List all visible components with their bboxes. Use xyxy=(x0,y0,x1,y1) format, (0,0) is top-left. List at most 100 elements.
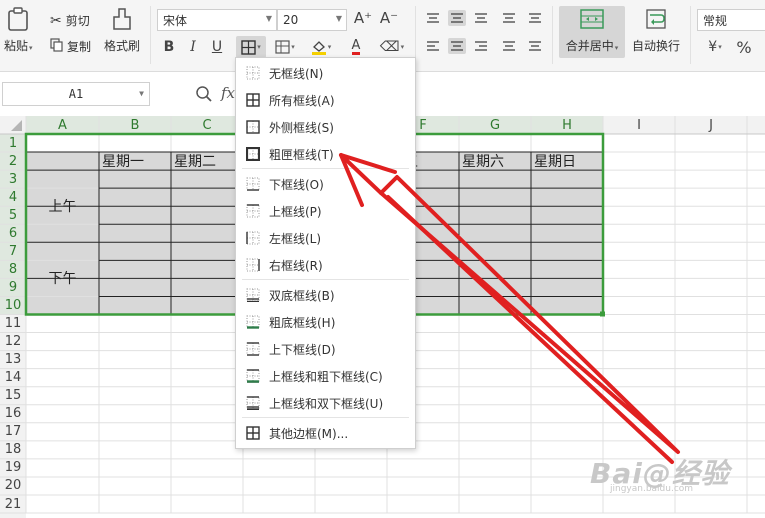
name-box[interactable]: A1 ▼ xyxy=(2,82,150,106)
wrap-text-button[interactable]: 自动换行 xyxy=(632,6,680,54)
row-header[interactable]: 13 xyxy=(0,351,26,369)
font-color-button[interactable]: A xyxy=(342,38,370,56)
column-header[interactable]: C xyxy=(171,116,243,134)
row-header[interactable]: 6 xyxy=(0,224,26,242)
border-menu-item-label: 所有框线(A) xyxy=(269,93,335,108)
cell-c2[interactable]: 星期二 xyxy=(171,152,243,170)
cell-b2[interactable]: 星期一 xyxy=(99,152,171,170)
border-menu-item[interactable]: 所有框线(A) xyxy=(236,88,415,112)
scissors-icon: ✂ xyxy=(50,12,62,29)
decrease-indent-button[interactable] xyxy=(500,10,518,26)
cut-button[interactable]: ✂ 剪切 xyxy=(50,12,90,29)
row-header[interactable]: 1 xyxy=(0,134,26,152)
cell-h2[interactable]: 星期日 xyxy=(531,152,603,170)
menu-separator xyxy=(242,279,409,280)
top-border-icon xyxy=(246,204,260,218)
align-left-icon xyxy=(427,41,439,51)
format-painter-button[interactable]: 格式刷 xyxy=(104,6,140,54)
row-header[interactable]: 10 xyxy=(0,296,26,314)
border-menu-item[interactable]: 双底框线(B) xyxy=(236,283,415,307)
border-menu-item[interactable]: 右框线(R) xyxy=(236,253,415,277)
border-menu-item-label: 上框线和双下框线(U) xyxy=(269,396,384,411)
percent-button[interactable]: % xyxy=(735,38,753,57)
left-border-icon xyxy=(246,231,260,245)
border-menu-item[interactable]: 外侧框线(S) xyxy=(236,115,415,139)
border-menu-item[interactable]: 无框线(N) xyxy=(236,61,415,85)
row-header[interactable]: 11 xyxy=(0,315,26,333)
row-header[interactable]: 16 xyxy=(0,405,26,423)
align-top-icon xyxy=(427,13,439,23)
cell-g2[interactable]: 星期六 xyxy=(459,152,531,170)
border-menu-item[interactable]: 上框线和双下框线(U) xyxy=(236,391,415,415)
row-header[interactable]: 19 xyxy=(0,459,26,477)
row-header[interactable]: 20 xyxy=(0,477,26,495)
border-menu-item[interactable]: 上框线和粗下框线(C) xyxy=(236,364,415,388)
align-bottom-button[interactable] xyxy=(472,10,490,26)
top-thick-bottom-border-icon xyxy=(246,369,260,383)
border-menu-item[interactable]: 上框线(P) xyxy=(236,199,415,223)
row-header[interactable]: 14 xyxy=(0,369,26,387)
border-button[interactable]: ▾ xyxy=(236,36,266,58)
fill-color-button[interactable]: ▾ xyxy=(306,38,336,56)
italic-button[interactable]: I xyxy=(184,38,202,56)
distributed-button[interactable] xyxy=(526,38,544,54)
border-menu-item[interactable]: 粗匣框线(T) xyxy=(236,142,415,166)
italic-icon: I xyxy=(190,39,196,55)
row-header[interactable]: 4 xyxy=(0,188,26,206)
cell-style-button[interactable]: ▾ xyxy=(272,38,298,56)
column-header[interactable]: J xyxy=(675,116,747,134)
row-header[interactable]: 7 xyxy=(0,242,26,260)
border-menu-item[interactable]: 其他边框(M)... xyxy=(236,421,415,445)
column-header[interactable]: G xyxy=(459,116,531,134)
decrease-font-size-button[interactable]: A⁻ xyxy=(380,9,398,27)
fx-icon[interactable]: fx xyxy=(221,84,235,102)
row-header[interactable]: 21 xyxy=(0,495,26,513)
justify-button[interactable] xyxy=(500,38,518,54)
paste-button[interactable]: 粘贴▾ xyxy=(4,6,33,54)
row-header[interactable]: 18 xyxy=(0,441,26,459)
cell-a-afternoon[interactable]: 下午 xyxy=(26,242,99,314)
right-border-icon xyxy=(246,258,260,272)
zoom-search-icon[interactable] xyxy=(195,85,213,106)
border-menu-item[interactable]: 上下框线(D) xyxy=(236,337,415,361)
paste-label: 粘贴 xyxy=(4,39,29,53)
align-right-button[interactable] xyxy=(472,38,490,54)
clear-format-button[interactable]: ⌫ ▾ xyxy=(378,38,406,56)
row-header[interactable]: 3 xyxy=(0,170,26,188)
column-header[interactable]: I xyxy=(603,116,675,134)
underline-button[interactable]: U xyxy=(208,38,226,56)
currency-button[interactable]: ¥ ▾ xyxy=(700,38,730,56)
copy-button[interactable]: 复制 xyxy=(50,38,91,55)
increase-indent-button[interactable] xyxy=(526,10,544,26)
number-format-select[interactable]: 常规 xyxy=(697,9,765,31)
font-size-select[interactable]: 20 ▼ xyxy=(277,9,347,31)
merge-center-button[interactable]: 合并居中▾ xyxy=(559,6,625,58)
cell-a-morning[interactable]: 上午 xyxy=(26,170,99,242)
column-header[interactable]: A xyxy=(26,116,99,134)
row-header[interactable]: 8 xyxy=(0,260,26,278)
align-right-icon xyxy=(475,41,487,51)
bold-button[interactable]: B xyxy=(160,38,178,56)
row-header[interactable]: 2 xyxy=(0,152,26,170)
row-header[interactable]: 9 xyxy=(0,278,26,296)
border-menu-item[interactable]: 下框线(O) xyxy=(236,172,415,196)
top-double-bottom-border-icon xyxy=(246,396,260,410)
increase-font-size-button[interactable]: A⁺ xyxy=(354,9,372,27)
row-header[interactable]: 15 xyxy=(0,387,26,405)
row-header[interactable]: 12 xyxy=(0,333,26,351)
font-name-select[interactable]: 宋体 ▼ xyxy=(157,9,277,31)
align-left-button[interactable] xyxy=(424,38,442,54)
row-header[interactable]: 17 xyxy=(0,423,26,441)
border-menu-item[interactable]: 粗底框线(H) xyxy=(236,310,415,334)
border-menu-item-label: 外侧框线(S) xyxy=(269,120,334,135)
align-top-button[interactable] xyxy=(424,10,442,26)
font-size-value: 20 xyxy=(283,13,299,27)
ribbon-divider xyxy=(150,6,151,64)
column-header[interactable]: H xyxy=(531,116,603,134)
column-header[interactable]: B xyxy=(99,116,171,134)
ribbon-divider xyxy=(552,6,553,64)
align-center-button[interactable] xyxy=(448,38,466,54)
border-menu-item[interactable]: 左框线(L) xyxy=(236,226,415,250)
align-middle-button[interactable] xyxy=(448,10,466,26)
row-header[interactable]: 5 xyxy=(0,206,26,224)
